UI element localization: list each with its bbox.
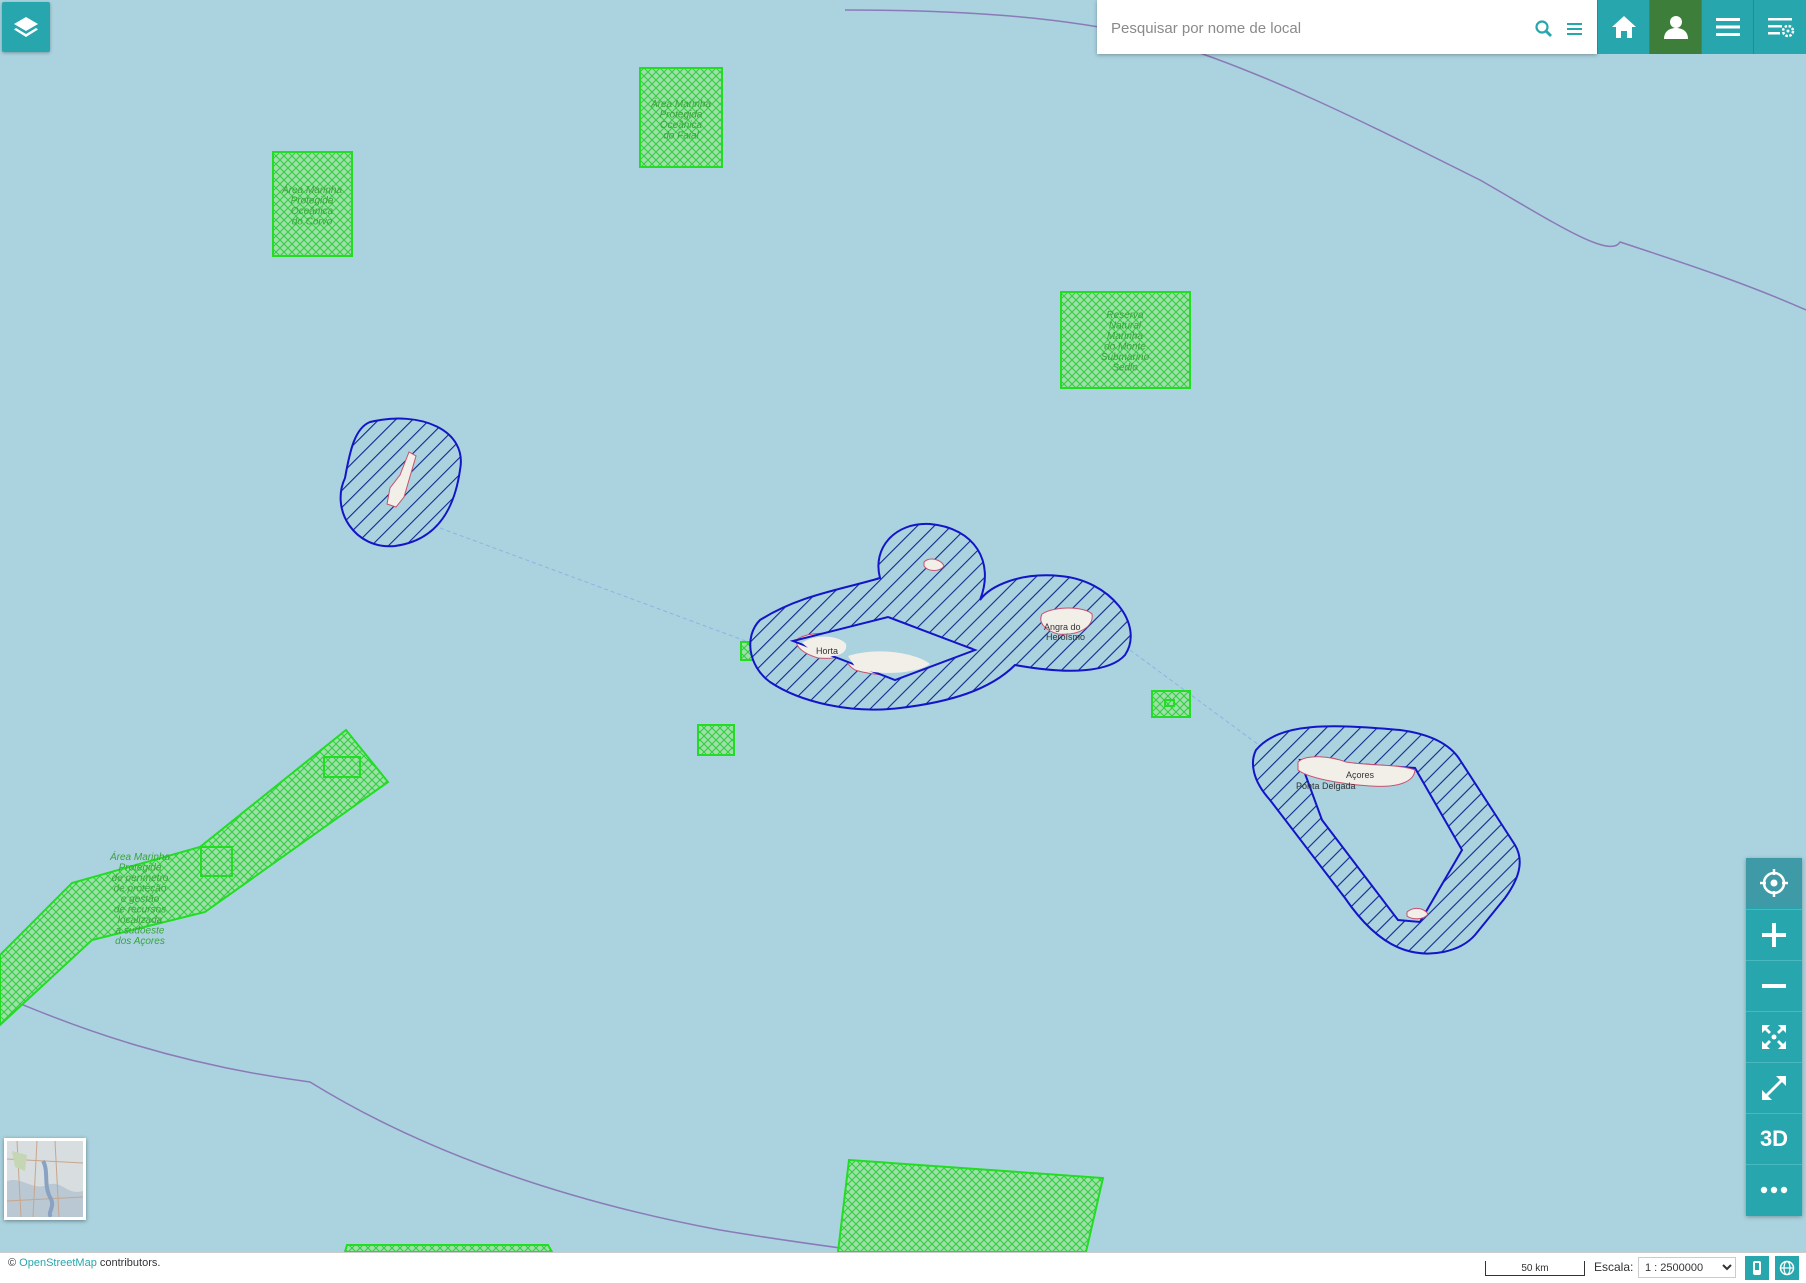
scale-select[interactable]: 1 : 2500000 [1638, 1257, 1736, 1278]
search-input[interactable] [1109, 14, 1533, 42]
map-label-line: Submarino [1101, 352, 1150, 363]
home-button[interactable] [1597, 0, 1650, 54]
three-d-button[interactable]: 3D [1746, 1113, 1802, 1164]
search-icon[interactable] [1533, 18, 1555, 40]
area-south-2[interactable] [343, 1244, 554, 1252]
basemap-switcher[interactable] [4, 1138, 86, 1220]
globe-icon [1779, 1260, 1795, 1276]
attribution-suffix: contributors. [99, 1257, 161, 1269]
fit-extent-icon [1762, 1025, 1786, 1049]
map-label-line: de perímetro [112, 873, 169, 884]
fullscreen-button[interactable] [1746, 1062, 1802, 1113]
map-label-line: de recursos [114, 905, 166, 916]
menu-button[interactable] [1701, 0, 1754, 54]
map-label-line: do Faial [663, 131, 699, 142]
area-small-3[interactable] [1151, 690, 1191, 718]
zoom-out-button[interactable] [1746, 960, 1802, 1011]
place-angra: Angra do [1044, 622, 1081, 632]
map-label-line: a sudoeste [116, 926, 165, 937]
map-label-line: Oceânica [660, 120, 703, 131]
projection-button[interactable] [1745, 1256, 1769, 1280]
layers-icon [14, 17, 38, 37]
map-label-line: Área Marinha [650, 97, 711, 110]
more-button[interactable] [1746, 1164, 1802, 1215]
place-horta: Horta [816, 646, 838, 656]
minus-icon [1762, 984, 1786, 988]
map-label-line: e gestão [121, 894, 160, 905]
user-icon [1664, 16, 1688, 39]
map-label-line: Marinha [1107, 331, 1144, 342]
search-bar [1097, 0, 1597, 54]
map-controls: 3D [1746, 858, 1802, 1216]
map-label-line: Protegida [119, 863, 162, 874]
menu-icon [1716, 18, 1740, 36]
place-acores: Açores [1346, 770, 1375, 780]
map-label-line: Oceânica [291, 206, 334, 217]
user-button[interactable] [1649, 0, 1702, 54]
map-label-line: Área Marinha [109, 850, 170, 863]
search-options-icon[interactable] [1564, 18, 1586, 40]
map-label-line: Área Marinha [281, 183, 342, 196]
settings-button[interactable] [1753, 0, 1806, 54]
plus-icon [1762, 923, 1786, 947]
fit-extent-button[interactable] [1746, 1011, 1802, 1062]
footer: © OpenStreetMap contributors. 50 km Esca… [0, 1252, 1806, 1283]
zoom-in-button[interactable] [1746, 909, 1802, 960]
scale-bar: 50 km [1485, 1261, 1585, 1276]
more-icon [1760, 1186, 1788, 1194]
place-ponta-delgada: Ponta Delgada [1296, 781, 1356, 791]
map-label-line: Reserva [1106, 310, 1144, 321]
scale-bar-label: 50 km [1521, 1263, 1549, 1274]
basemap-thumbnail [7, 1141, 83, 1217]
locate-icon [1760, 869, 1788, 897]
map-label-line: do Monte [1104, 342, 1146, 353]
map-label-line: Natural [1109, 321, 1142, 332]
layers-button[interactable] [2, 2, 50, 52]
openstreetmap-link[interactable]: OpenStreetMap [19, 1257, 97, 1269]
area-small-2[interactable] [697, 724, 735, 756]
attribution: © OpenStreetMap contributors. [8, 1257, 160, 1269]
map-label-line: de proteção [114, 884, 167, 895]
mobile-icon [1753, 1261, 1761, 1275]
map-label-line: Protegida [291, 196, 334, 207]
place-angra-2: Heroísmo [1046, 632, 1085, 642]
scale-label: Escala: [1594, 1260, 1634, 1274]
map-canvas[interactable]: Área MarinhaProtegidaOceânicado Corvo Ár… [0, 0, 1806, 1252]
globe-button[interactable] [1775, 1256, 1799, 1280]
map-label-line: localizada [118, 915, 163, 926]
home-icon [1612, 16, 1636, 38]
locate-button[interactable] [1746, 858, 1802, 908]
attribution-prefix: © [8, 1257, 17, 1269]
settings-list-icon [1767, 18, 1794, 38]
fullscreen-icon [1762, 1076, 1786, 1100]
map-label-line: dos Açores [115, 936, 165, 947]
map-label-line: Sedlo [1112, 363, 1138, 374]
map-label-line: do Corvo [292, 217, 333, 228]
map-label-line: Protegida [660, 110, 703, 121]
